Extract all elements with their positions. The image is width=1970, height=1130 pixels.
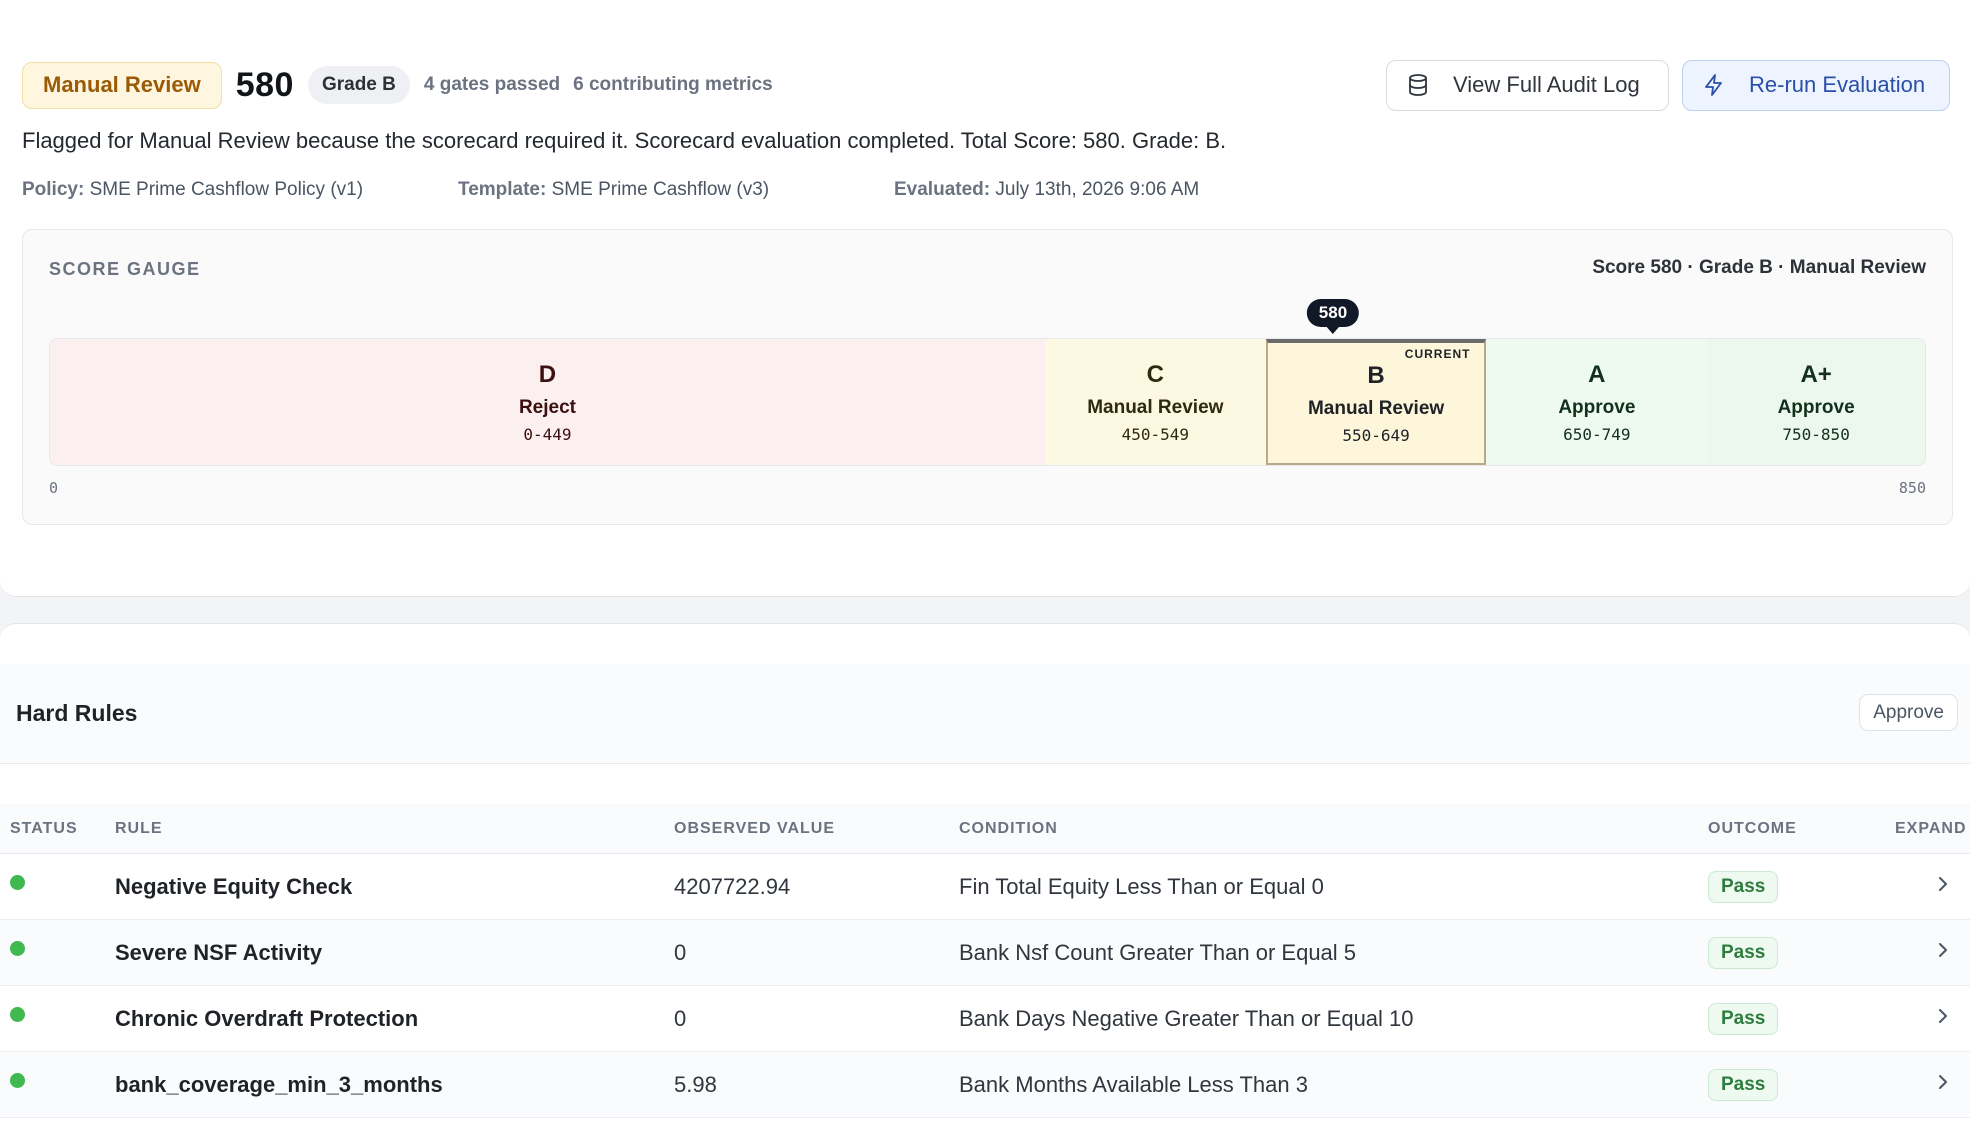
band-grade-letter: A xyxy=(1588,360,1606,388)
grade-pill: Grade B xyxy=(307,66,410,104)
evaluated-label: Evaluated: xyxy=(894,179,991,200)
chevron-right-icon xyxy=(1936,1072,1950,1098)
template-value: SME Prime Cashflow (v3) xyxy=(551,179,770,200)
hard-rules-header: Hard Rules Approve xyxy=(0,664,1970,764)
band-score-range: 750-850 xyxy=(1782,424,1850,444)
chevron-right-icon xyxy=(1936,874,1950,900)
outcome-badge: Pass xyxy=(1708,871,1779,903)
observed-value: 0 xyxy=(674,1006,687,1031)
rule-condition: Fin Total Equity Less Than or Equal 0 xyxy=(959,874,1324,899)
gauge-axis-min: 0 xyxy=(49,479,59,497)
band-grade-letter: B xyxy=(1367,361,1385,389)
policy-meta: Policy: SME Prime Cashflow Policy (v1) xyxy=(22,179,363,201)
score-gauge-panel: SCORE GAUGE Score 580 · Grade B · Manual… xyxy=(22,229,1953,525)
score-marker: 580 xyxy=(1306,299,1360,334)
column-rule: RULE xyxy=(115,819,163,837)
hard-rules-outcome-tag: Approve xyxy=(1859,694,1958,731)
gauge-band-a-plus: A+ Approve 750-850 xyxy=(1707,339,1925,465)
contributing-metrics-count: 6 contributing metrics xyxy=(573,74,773,95)
decision-badge: Manual Review xyxy=(22,61,222,109)
lightning-icon xyxy=(1701,72,1727,98)
outcome-badge: Pass xyxy=(1708,1069,1779,1101)
observed-value: 4207722.94 xyxy=(674,874,791,899)
hard-rules-title: Hard Rules xyxy=(16,700,138,726)
view-audit-log-label: View Full Audit Log xyxy=(1453,72,1640,97)
gauge-band-a: A Approve 650-749 xyxy=(1486,339,1708,465)
expand-row-button[interactable] xyxy=(1936,920,1950,986)
column-outcome: OUTCOME xyxy=(1708,819,1797,837)
observed-value: 0 xyxy=(674,940,687,965)
band-decision-label: Manual Review xyxy=(1087,396,1224,418)
observed-value: 5.98 xyxy=(674,1072,717,1097)
gauge-band-d: D Reject 0-449 xyxy=(50,339,1045,465)
policy-value: SME Prime Cashflow Policy (v1) xyxy=(89,179,364,200)
column-expand: EXPAND xyxy=(1895,819,1967,837)
rerun-evaluation-label: Re-run Evaluation xyxy=(1749,72,1926,97)
evaluated-meta: Evaluated: July 13th, 2026 9:06 AM xyxy=(894,179,1199,201)
outcome-badge: Pass xyxy=(1708,1003,1779,1035)
expand-row-button[interactable] xyxy=(1936,854,1950,920)
table-body: Negative Equity Check 4207722.94 Fin Total… xyxy=(0,854,1970,1118)
gauge-title: SCORE GAUGE xyxy=(49,259,201,279)
band-score-range: 650-749 xyxy=(1563,424,1631,444)
band-grade-letter: C xyxy=(1146,360,1164,388)
chevron-right-icon xyxy=(1936,1006,1950,1032)
view-audit-log-button[interactable]: View Full Audit Log xyxy=(1386,59,1669,111)
table-row[interactable]: Negative Equity Check 4207722.94 Fin Total… xyxy=(0,854,1970,920)
band-decision-label: Reject xyxy=(518,396,576,418)
policy-label: Policy: xyxy=(22,179,85,200)
rule-name: bank_coverage_min_3_months xyxy=(115,1072,443,1097)
band-score-range: 550-649 xyxy=(1342,425,1410,445)
expand-row-button[interactable] xyxy=(1936,1052,1950,1118)
rule-name: Severe NSF Activity xyxy=(115,940,323,965)
gauge-summary: Score 580 · Grade B · Manual Review xyxy=(1592,257,1926,278)
band-decision-label: Approve xyxy=(1777,396,1855,418)
status-pass-dot xyxy=(10,1073,25,1088)
current-band-tag: CURRENT xyxy=(1404,347,1471,361)
evaluated-value: July 13th, 2026 9:06 AM xyxy=(995,179,1200,200)
column-status: STATUS xyxy=(10,819,78,837)
rule-condition: Bank Days Negative Greater Than or Equal… xyxy=(959,1006,1414,1031)
band-decision-label: Manual Review xyxy=(1307,397,1445,419)
hard-rules-card: Hard Rules Approve STATUS RULE OBSERVED … xyxy=(0,623,1970,1130)
band-grade-letter: D xyxy=(538,360,557,388)
table-row[interactable]: Severe NSF Activity 0 Bank Nsf Count Great… xyxy=(0,920,1970,986)
column-condition: CONDITION xyxy=(959,819,1058,837)
band-decision-label: Approve xyxy=(1558,396,1636,418)
template-label: Template: xyxy=(458,179,547,200)
outcome-badge: Pass xyxy=(1708,937,1779,969)
band-score-range: 450-549 xyxy=(1121,424,1190,444)
band-grade-letter: A+ xyxy=(1800,360,1832,388)
table-row[interactable]: Chronic Overdraft Protection 0 Bank Days N… xyxy=(0,986,1970,1052)
rule-condition: Bank Nsf Count Greater Than or Equal 5 xyxy=(959,940,1357,965)
gauge-axis-max: 850 xyxy=(1898,479,1926,497)
chevron-right-icon xyxy=(1936,940,1950,966)
gauge-band-c: C Manual Review 450-549 xyxy=(1044,339,1266,465)
database-icon xyxy=(1405,72,1431,98)
rerun-evaluation-button[interactable]: Re-run Evaluation xyxy=(1682,59,1950,111)
template-meta: Template: SME Prime Cashflow (v3) xyxy=(458,179,769,201)
evaluation-header: Manual Review 580 Grade B 4 gates passed… xyxy=(22,59,1950,111)
hard-rules-table: STATUS RULE OBSERVED VALUE CONDITION OUT… xyxy=(0,804,1970,1118)
rule-condition: Bank Months Available Less Than 3 xyxy=(959,1072,1308,1097)
evaluation-summary-text: Flagged for Manual Review because the sc… xyxy=(22,128,1227,153)
gauge-band-b: CURRENT B Manual Review 550-649 xyxy=(1265,339,1487,465)
status-pass-dot xyxy=(10,941,25,956)
rule-name: Negative Equity Check xyxy=(115,874,353,899)
status-pass-dot xyxy=(10,875,25,890)
gates-passed-count: 4 gates passed xyxy=(423,74,561,95)
status-pass-dot xyxy=(10,1007,25,1022)
evaluation-summary-card: Manual Review 580 Grade B 4 gates passed… xyxy=(0,0,1970,597)
table-row[interactable]: bank_coverage_min_3_months 5.98 Bank Month… xyxy=(0,1052,1970,1118)
total-score: 580 xyxy=(235,65,294,104)
gauge-bar: D Reject 0-449 C Manual Review 450-549 CURRENT… xyxy=(49,338,1926,466)
column-observed-value: OBSERVED VALUE xyxy=(674,819,835,837)
table-header: STATUS RULE OBSERVED VALUE CONDITION OUT… xyxy=(0,804,1970,854)
rule-name: Chronic Overdraft Protection xyxy=(115,1006,419,1031)
expand-row-button[interactable] xyxy=(1936,986,1950,1052)
band-score-range: 0-449 xyxy=(523,424,572,444)
